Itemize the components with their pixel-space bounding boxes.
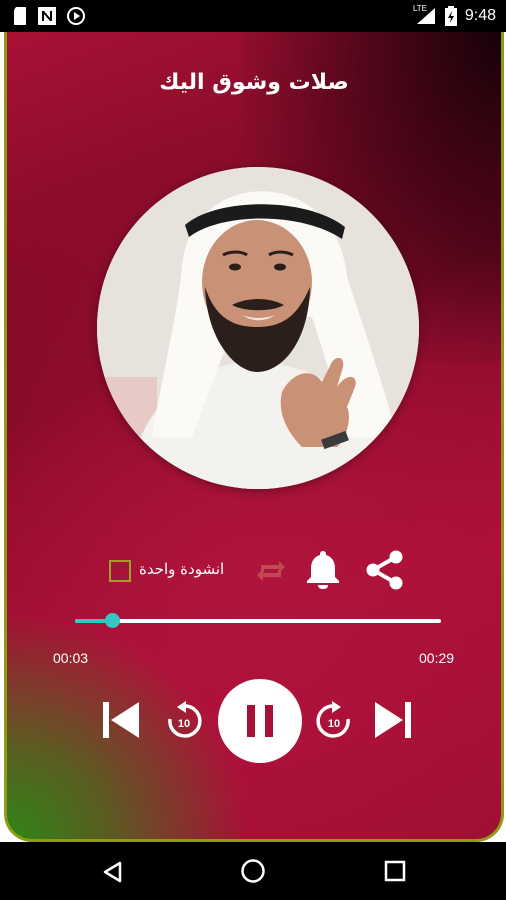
player-card: صلات وشوق اليك انشودة واحدة 00:03 00:29 … bbox=[4, 32, 504, 842]
nav-home-button[interactable] bbox=[239, 857, 267, 885]
repeat-icon bbox=[257, 561, 285, 581]
seek-track[interactable] bbox=[75, 619, 441, 623]
share-button[interactable] bbox=[363, 548, 407, 592]
seek-thumb[interactable] bbox=[105, 613, 120, 628]
network-type: LTE bbox=[412, 4, 427, 13]
artist-portrait-illustration bbox=[97, 167, 419, 489]
elapsed-time: 00:03 bbox=[53, 650, 89, 666]
next-button[interactable] bbox=[371, 700, 415, 740]
signal-indicator: LTE bbox=[412, 4, 437, 26]
skip-next-icon bbox=[375, 702, 411, 738]
forward-10-icon: 10 bbox=[316, 701, 350, 738]
navigation-bar bbox=[0, 842, 506, 900]
n-icon bbox=[38, 7, 56, 25]
track-title: صلات وشوق اليك bbox=[159, 70, 349, 95]
nav-recents-button[interactable] bbox=[382, 858, 408, 884]
battery-icon bbox=[444, 6, 457, 26]
clock: 9:48 bbox=[464, 7, 496, 24]
previous-button[interactable] bbox=[99, 700, 143, 740]
status-bar: LTE 9:48 bbox=[0, 0, 506, 32]
sd-card-icon bbox=[14, 7, 26, 25]
pause-icon bbox=[247, 705, 273, 737]
forward-button[interactable]: 10 bbox=[313, 699, 355, 741]
notification-button[interactable] bbox=[303, 548, 343, 590]
share-icon bbox=[366, 550, 403, 590]
play-pause-button[interactable] bbox=[218, 679, 302, 763]
rewind-10-icon: 10 bbox=[168, 701, 202, 738]
total-time: 00:29 bbox=[419, 650, 455, 666]
artist-photo bbox=[97, 167, 419, 489]
rewind-seconds: 10 bbox=[178, 718, 190, 730]
status-notifications bbox=[12, 6, 86, 26]
bell-icon bbox=[307, 551, 339, 589]
home-icon bbox=[241, 859, 265, 883]
skip-previous-icon bbox=[103, 702, 139, 738]
single-track-label: انشودة واحدة bbox=[139, 560, 225, 578]
forward-seconds: 10 bbox=[328, 718, 340, 730]
nav-back-button[interactable] bbox=[98, 858, 126, 886]
status-system: LTE 9:48 bbox=[412, 4, 496, 26]
repeat-button[interactable] bbox=[253, 554, 289, 588]
play-circle-icon bbox=[67, 7, 85, 25]
rewind-button[interactable]: 10 bbox=[163, 699, 205, 741]
single-track-checkbox[interactable] bbox=[109, 560, 131, 582]
recents-icon bbox=[384, 860, 406, 882]
back-icon bbox=[103, 861, 122, 883]
